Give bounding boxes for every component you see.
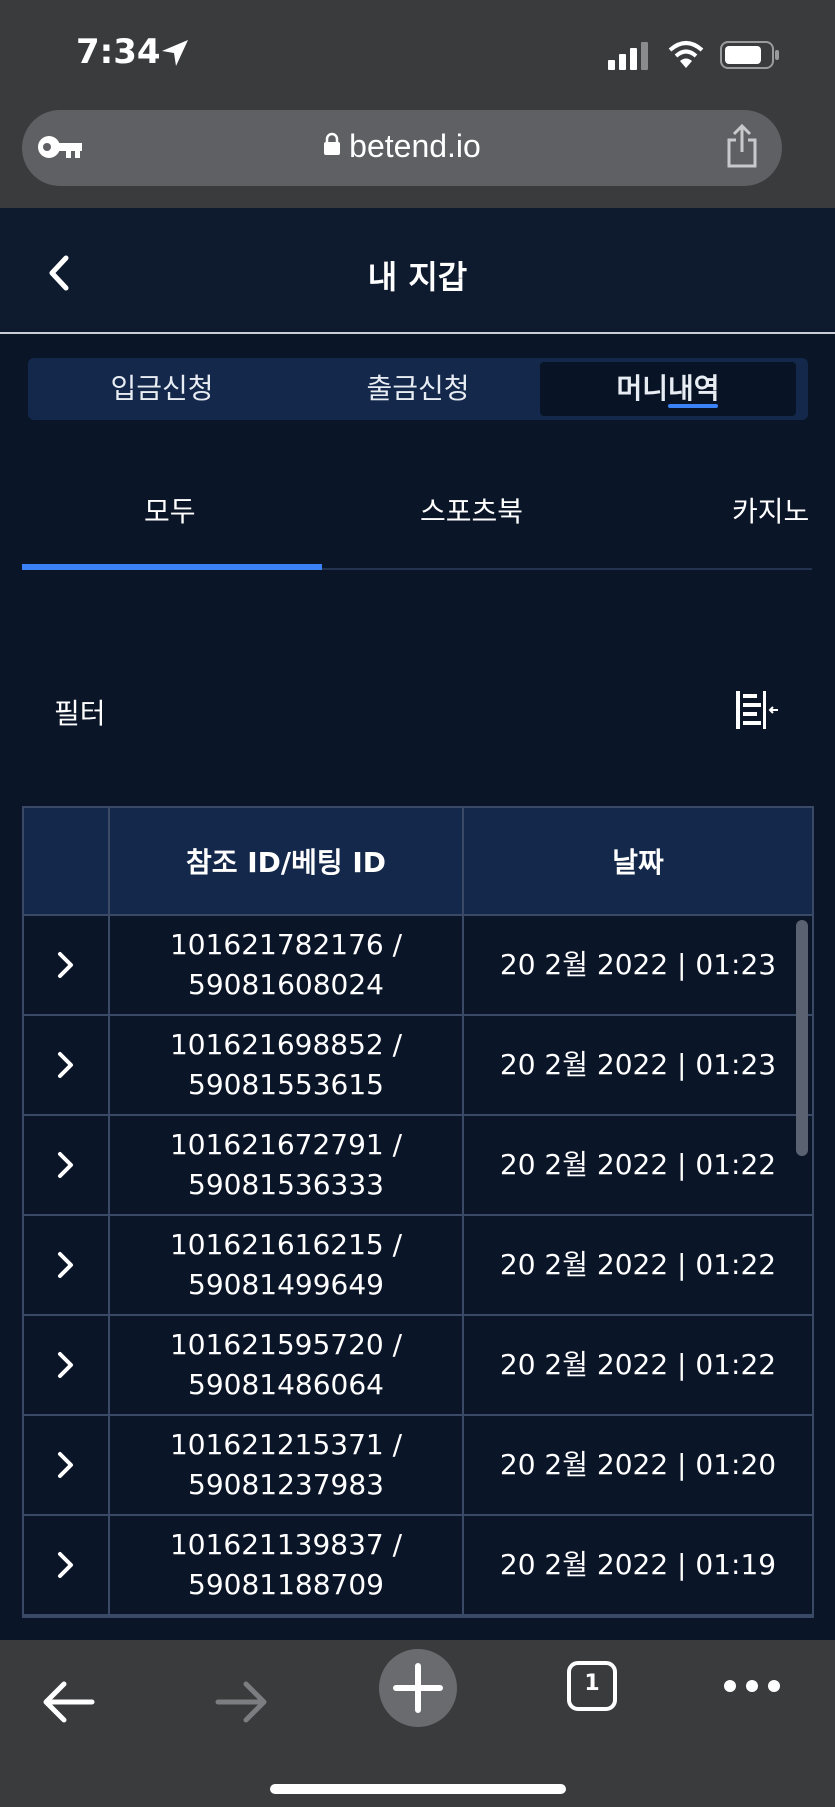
reference-id: 101621782176 / xyxy=(169,928,403,961)
date-cell: 20 2월 2022 | 01:22 xyxy=(499,1148,777,1181)
date-cell: 20 2월 2022 | 01:20 xyxy=(499,1448,777,1481)
active-tab-indicator xyxy=(668,404,718,408)
wallet-tabs: 입금신청 출금신청 머니내역 xyxy=(28,358,808,420)
subtab-sportsbook[interactable]: 스포츠북 xyxy=(420,490,523,530)
table-body: 101621782176 / 59081608024 20 2월 2022 | 01… xyxy=(24,916,812,1616)
reference-id: 101621139837 / xyxy=(169,1528,403,1561)
subtab-all[interactable]: 모두 xyxy=(144,490,196,530)
browser-address-area: betend.io xyxy=(0,100,835,208)
share-icon[interactable] xyxy=(726,123,758,172)
url-text: betend.io xyxy=(349,128,481,164)
bet-id: 59081486064 xyxy=(188,1368,384,1401)
tab-count: 1 xyxy=(584,1671,600,1696)
table-row[interactable]: 101621698852 / 59081553615 20 2월 2022 | 01… xyxy=(24,1016,812,1116)
expand-row-button[interactable] xyxy=(24,1416,110,1514)
address-bar[interactable]: betend.io xyxy=(22,110,782,186)
expand-row-button[interactable] xyxy=(24,1016,110,1114)
scrollbar[interactable] xyxy=(796,920,808,1156)
location-icon xyxy=(160,38,190,72)
bet-id: 59081553615 xyxy=(188,1068,384,1101)
lock-icon xyxy=(323,127,341,164)
reference-id: 101621698852 / xyxy=(169,1028,403,1061)
bet-id: 59081608024 xyxy=(188,968,384,1001)
tabs-icon[interactable]: 1 xyxy=(566,1660,618,1716)
table-row[interactable]: 101621616215 / 59081499649 20 2월 2022 | 01… xyxy=(24,1216,812,1316)
tab-deposit[interactable]: 입금신청 xyxy=(34,362,290,416)
filter-toggle-icon[interactable] xyxy=(734,688,780,736)
table-row[interactable]: 101621672791 / 59081536333 20 2월 2022 | 01… xyxy=(24,1116,812,1216)
chevron-right-icon xyxy=(58,1352,73,1378)
chevron-right-icon xyxy=(58,1552,73,1578)
chevron-right-icon xyxy=(58,1252,73,1278)
reference-id: 101621595720 / xyxy=(169,1328,403,1361)
chevron-right-icon xyxy=(58,952,73,978)
tab-withdraw[interactable]: 출금신청 xyxy=(290,362,546,416)
ref-id-cell: 101621698852 / 59081553615 xyxy=(110,1016,464,1114)
date-cell: 20 2월 2022 | 01:19 xyxy=(499,1548,777,1581)
date-cell: 20 2월 2022 | 01:23 xyxy=(499,1048,777,1081)
filter-label[interactable]: 필터 xyxy=(54,692,106,732)
chevron-right-icon xyxy=(58,1152,73,1178)
new-tab-icon[interactable] xyxy=(378,1648,458,1732)
ref-id-cell: 101621616215 / 59081499649 xyxy=(110,1216,464,1314)
reference-id: 101621215371 / xyxy=(169,1428,403,1461)
tab-label: 머니내역 xyxy=(616,372,720,405)
chevron-right-icon xyxy=(58,1052,73,1078)
wifi-icon xyxy=(668,40,704,74)
date-cell: 20 2월 2022 | 01:22 xyxy=(499,1348,777,1381)
transaction-table: 참조 ID/베팅 ID 날짜 101621782176 / 59081608024… xyxy=(22,806,814,1618)
table-row[interactable]: 101621215371 / 59081237983 20 2월 2022 | 01… xyxy=(24,1416,812,1516)
bet-id: 59081237983 xyxy=(188,1468,384,1501)
status-bar: 7:34 xyxy=(0,0,835,100)
more-icon[interactable] xyxy=(722,1676,782,1700)
table-row[interactable]: 101621782176 / 59081608024 20 2월 2022 | 01… xyxy=(24,916,812,1016)
forward-arrow-icon[interactable] xyxy=(214,1680,270,1728)
expand-row-button[interactable] xyxy=(24,916,110,1014)
back-arrow-icon[interactable] xyxy=(40,1680,96,1728)
app-header: 내 지갑 xyxy=(0,208,835,334)
table-row[interactable]: 101621139837 / 59081188709 20 2월 2022 | 01… xyxy=(24,1516,812,1616)
active-subtab-indicator xyxy=(22,564,322,570)
expand-row-button[interactable] xyxy=(24,1216,110,1314)
chevron-right-icon xyxy=(58,1452,73,1478)
expand-row-button[interactable] xyxy=(24,1516,110,1614)
browser-toolbar: 1 xyxy=(0,1640,835,1807)
url-display: betend.io xyxy=(22,128,782,165)
ref-id-cell: 101621595720 / 59081486064 xyxy=(110,1316,464,1414)
expand-row-button[interactable] xyxy=(24,1316,110,1414)
ref-id-cell: 101621672791 / 59081536333 xyxy=(110,1116,464,1214)
header-expand xyxy=(24,808,110,914)
bet-id: 59081188709 xyxy=(188,1568,384,1601)
expand-row-button[interactable] xyxy=(24,1116,110,1214)
reference-id: 101621616215 / xyxy=(169,1228,403,1261)
signal-icon xyxy=(608,42,652,74)
table-row[interactable]: 101621595720 / 59081486064 20 2월 2022 | 01… xyxy=(24,1316,812,1416)
ref-id-cell: 101621782176 / 59081608024 xyxy=(110,916,464,1014)
battery-icon xyxy=(720,40,780,74)
category-tabs: 모두 스포츠북 카지노 xyxy=(22,480,812,570)
subtab-casino[interactable]: 카지노 xyxy=(732,490,809,530)
page-title: 내 지갑 xyxy=(367,258,468,296)
tab-money-history[interactable]: 머니내역 xyxy=(540,362,796,416)
header-date: 날짜 xyxy=(612,846,664,879)
table-header: 참조 ID/베팅 ID 날짜 xyxy=(24,808,812,916)
date-cell: 20 2월 2022 | 01:23 xyxy=(499,948,777,981)
ref-id-cell: 101621139837 / 59081188709 xyxy=(110,1516,464,1614)
header-ref-id: 참조 ID/베팅 ID xyxy=(110,808,464,914)
bet-id: 59081536333 xyxy=(188,1168,384,1201)
ref-id-cell: 101621215371 / 59081237983 xyxy=(110,1416,464,1514)
reference-id: 101621672791 / xyxy=(169,1128,403,1161)
status-time: 7:34 xyxy=(76,32,161,72)
date-cell: 20 2월 2022 | 01:22 xyxy=(499,1248,777,1281)
home-indicator xyxy=(270,1784,566,1794)
bet-id: 59081499649 xyxy=(188,1268,384,1301)
